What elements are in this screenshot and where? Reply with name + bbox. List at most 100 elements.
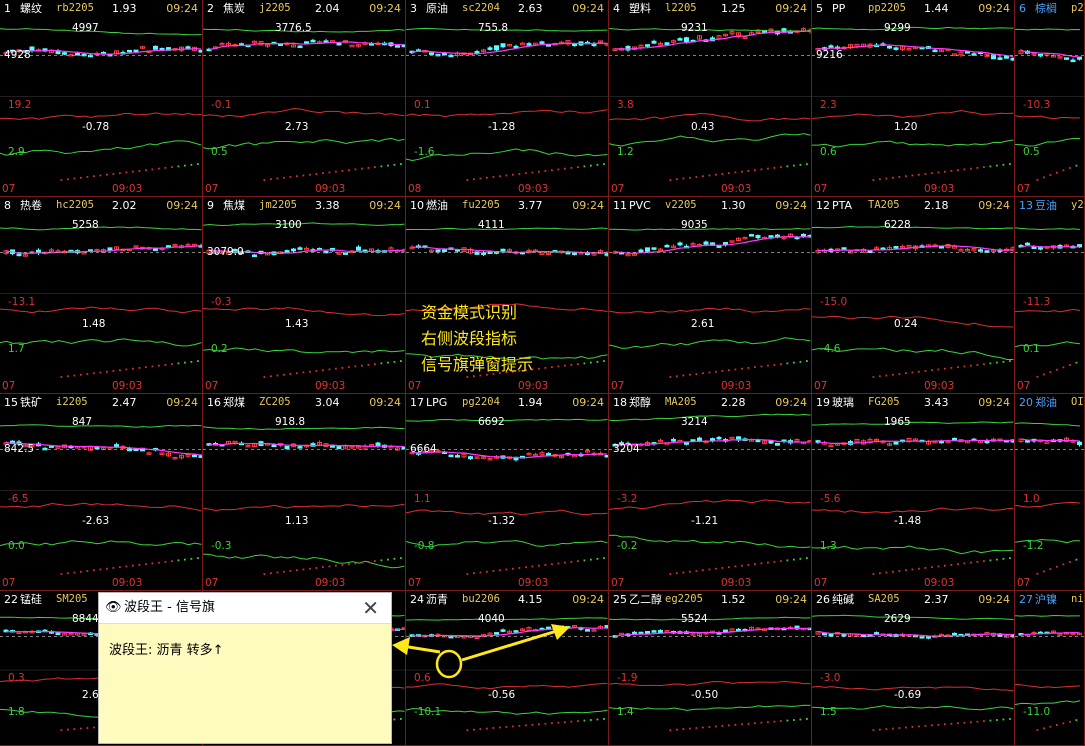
signal-dot (1069, 561, 1071, 563)
signal-popup[interactable]: 👁 波段王 - 信号旗 ✕ 波段王: 沥青 转多↑ (98, 592, 392, 744)
indicator-3-label: 1.4 (617, 705, 634, 718)
signal-dot (715, 173, 717, 176)
chart-panel[interactable]: 6 棕榈 p2 -10.3 0.5 07 (1015, 0, 1085, 197)
panel-ratio: 1.52 (721, 593, 746, 606)
footer-left-label: 07 (1017, 183, 1031, 195)
candle (671, 438, 676, 442)
signal-dot (164, 363, 167, 366)
indicator-green-line (0, 540, 202, 547)
chart-panel[interactable]: 24 沥青 bu2206 4.15 09:24 4040 0.6 -0.56 -10.1 (406, 591, 609, 746)
candle (395, 45, 400, 48)
panel-name: 豆油 (1035, 199, 1057, 212)
candle (520, 42, 525, 46)
signal-dot (367, 560, 370, 563)
chart-panel[interactable]: 11 PVC v2205 1.30 09:24 9035 2.61 07 09:03 (609, 197, 812, 394)
chart-panel[interactable]: 19 玻璃 FG205 3.43 09:24 1965 -5.6 -1.48 1.3 07 09:0… (812, 394, 1015, 591)
signal-dot (276, 177, 279, 180)
panel-number: 22 (4, 593, 18, 606)
signal-dot (93, 372, 95, 375)
chart-panel[interactable]: 3 原油 sc2204 2.63 09:24 755.8 0.1 -1.28 -1.6 08 09:… (406, 0, 609, 197)
indicator-red-line (0, 112, 202, 120)
signal-dot (885, 374, 888, 377)
band-upper-line (0, 226, 202, 231)
signal-dot (583, 719, 586, 722)
candle (153, 45, 158, 50)
chart-panel[interactable]: 12 PTA TA205 2.18 09:24 6228 -15.0 0.24 -4.6 07 09… (812, 197, 1015, 394)
signal-dot (145, 169, 147, 172)
panel-ratio: 2.47 (112, 396, 137, 409)
signal-dot (799, 557, 802, 560)
signal-dot (479, 571, 482, 574)
signal-dot (806, 557, 808, 559)
chart-panel[interactable]: 26 纯碱 SA205 2.37 09:24 2629 -3.0 -0.69 1.5 (812, 591, 1015, 746)
candle (304, 247, 309, 251)
chart-panel[interactable]: 1 螺纹 rb2205 1.93 09:24 4997 4928 19.2 -0.78 2.9 07… (0, 0, 203, 197)
signal-dot (283, 176, 285, 179)
chart-panel[interactable]: 2 焦炭 j2205 2.04 09:24 3776.5 -0.1 2.73 0.5 07 09:0… (203, 0, 406, 197)
panel-name: 玻璃 (832, 396, 854, 409)
panel-number: 8 (4, 199, 11, 212)
signal-dot (970, 561, 972, 564)
candle (664, 244, 670, 248)
band-upper-line (812, 26, 1014, 31)
chart-panel[interactable]: 5 PP pp2205 1.44 09:24 9299 9216 2.3 1.20 0.6 07 09… (812, 0, 1015, 197)
panel-name: 铁矿 (20, 396, 42, 409)
candle (343, 252, 348, 255)
indicator-green-line (609, 534, 811, 548)
candle (703, 241, 709, 245)
indicator-2-label: -0.69 (894, 688, 922, 701)
signal-dot (937, 171, 940, 174)
chart-panel[interactable]: 15 铁矿 i2205 2.47 09:24 847 842.5 -6.5 -2.63 0.0 07… (0, 394, 203, 591)
signal-dot (1009, 360, 1011, 362)
close-icon[interactable]: ✕ (362, 593, 379, 623)
indicator-3-label: 2.9 (8, 145, 25, 158)
signal-dot (466, 729, 469, 732)
signal-dot (1036, 572, 1039, 575)
chart-panel[interactable]: 8 热卷 hc2205 2.02 09:24 5258 -13.1 1.48 1.7 07 09:0… (0, 197, 203, 394)
indicator-1-label: -15.0 (820, 295, 848, 308)
signal-dot (551, 366, 553, 369)
chart-panel[interactable]: 27沪镍 ni2 -11.0 (1015, 591, 1085, 746)
candle (585, 629, 590, 632)
signal-dot (309, 567, 311, 570)
signal-dot (1075, 719, 1078, 721)
chart-panel[interactable]: 20郑油 OI2 1.0 -1.2 07 (1015, 394, 1085, 591)
candle (638, 249, 644, 253)
indicator-2-label: 2.61 (691, 318, 715, 331)
signal-dot (67, 375, 69, 378)
candle (1025, 440, 1030, 443)
panel-number: 19 (816, 396, 830, 409)
signal-dot (669, 729, 672, 732)
signal-dot (400, 360, 402, 362)
chart-panel[interactable]: 25 乙二醇 eg2205 1.52 09:24 5524 -1.9 -0.50 1.4 (609, 591, 812, 746)
footer-time-label: 09:03 (721, 380, 752, 392)
panel-header: 26 纯碱 SA205 2.37 09:24 (812, 591, 1014, 608)
indicator-red-line (406, 509, 608, 516)
signal-dot (911, 371, 914, 374)
panel-header: 24 沥青 bu2206 4.15 09:24 (406, 591, 608, 608)
kline-chart (406, 418, 608, 575)
chart-panel[interactable]: 13 豆油 y2 -11.3 0.1 07 (1015, 197, 1085, 394)
panel-name: 纯碱 (832, 593, 854, 606)
chart-panel[interactable]: 4 塑料 l2205 1.25 09:24 9231 3.8 0.43 1.2 07 09:03 (609, 0, 812, 197)
chart-panel[interactable]: 18 郑醇 MA205 2.28 09:24 3214 3204 -3.2 -1.21 -0.2 0… (609, 394, 812, 591)
chart-panel[interactable]: 16 郑煤 ZC205 3.04 09:24 918.8 1.13 -0.3 07 09:03 (203, 394, 406, 591)
signal-dot (596, 360, 599, 363)
indicator-1-label: 0.3 (8, 672, 25, 685)
candle (932, 49, 938, 53)
candle (513, 630, 519, 633)
candle (572, 454, 577, 458)
signal-dot (970, 167, 972, 170)
panel-header: 16 郑煤 ZC205 3.04 09:24 (203, 394, 405, 411)
signal-dot (931, 566, 933, 569)
contract-code: ZC205 (259, 396, 291, 408)
signal-dot (551, 169, 553, 172)
chart-panel[interactable]: 17 LPG pg2204 1.94 09:24 6692 6664 1.1 -1.32 -0.8… (406, 394, 609, 591)
band-upper-line (0, 424, 202, 428)
kline-chart (0, 424, 202, 575)
chart-panel[interactable]: 9 焦煤 jm2205 3.38 09:24 3100 3079.0 -0.3 1.43 0.2 0… (203, 197, 406, 394)
signal-dot (741, 367, 743, 370)
signal-dot (708, 568, 711, 571)
signal-dot (603, 360, 605, 362)
panel-number: 6 (1019, 2, 1026, 15)
